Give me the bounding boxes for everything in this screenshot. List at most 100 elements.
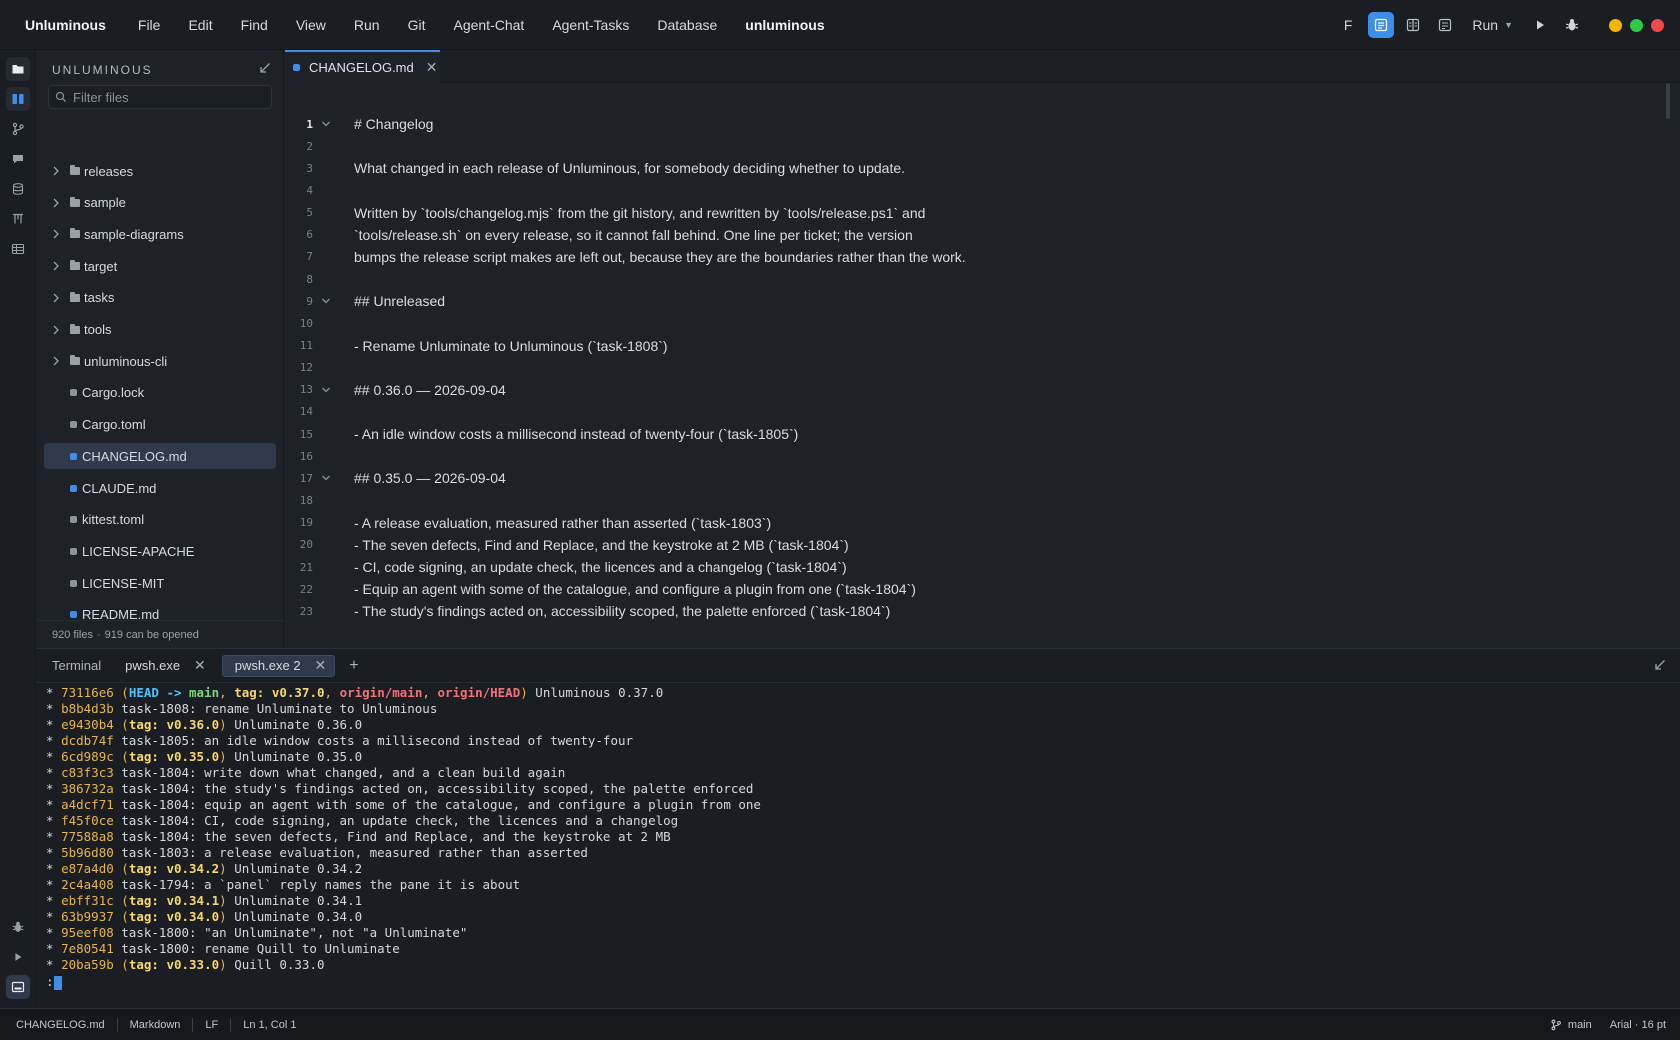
tree-folder[interactable]: releases [44, 158, 276, 184]
board-icon [13, 213, 23, 224]
fold-chevron-icon[interactable] [313, 297, 339, 305]
menu-git[interactable]: Git [394, 17, 440, 33]
chat-bubble-icon [13, 155, 23, 164]
chat-activity-button[interactable] [6, 147, 30, 171]
close-tab-icon[interactable]: ✕ [426, 59, 438, 76]
git-activity-button[interactable] [6, 117, 30, 141]
preview-view-button[interactable] [1432, 12, 1458, 38]
fold-chevron-icon[interactable] [313, 386, 339, 394]
minimize-button[interactable] [1609, 18, 1622, 32]
chevron-right-icon[interactable] [48, 356, 64, 366]
line-number: 9 [306, 294, 313, 308]
tree-file[interactable]: CLAUDE.md [44, 475, 276, 501]
tree-folder[interactable]: unluminous-cli [44, 348, 276, 374]
menu-view[interactable]: View [282, 17, 340, 33]
editor-tab-changelog[interactable]: CHANGELOG.md ✕ [285, 50, 440, 83]
tree-file[interactable]: LICENSE-MIT [44, 570, 276, 596]
menubar: Unluminous File Edit Find View Run Git A… [0, 0, 1680, 50]
graph-marker: * [46, 909, 62, 924]
run-activity-button[interactable] [6, 945, 30, 969]
line-text: `tools/release.sh` on every release, so … [354, 226, 913, 243]
tree-file[interactable]: Cargo.toml [44, 412, 276, 438]
tree-folder[interactable]: target [44, 253, 276, 279]
fold-chevron-icon[interactable] [313, 474, 339, 482]
chevron-right-icon[interactable] [48, 166, 64, 176]
close-terminal-icon[interactable]: ✕ [194, 657, 206, 674]
tree-file[interactable]: CHANGELOG.md [44, 443, 276, 470]
chevron-right-icon[interactable] [48, 229, 64, 239]
debug-activity-button[interactable] [6, 915, 30, 939]
tasks-activity-button[interactable] [6, 207, 30, 231]
split-view-button[interactable] [1400, 12, 1426, 38]
terminal-icon [11, 981, 25, 993]
chevron-right-icon[interactable] [48, 293, 64, 303]
terminal-tab-pwsh[interactable]: pwsh.exe ✕ [113, 655, 214, 677]
editor-text-area[interactable]: 1 # Changelog 2 3 What changed in each relea… [285, 113, 1665, 633]
terminal-prompt-line[interactable]: : [46, 974, 1666, 990]
menu-run[interactable]: Run [340, 17, 394, 33]
status-line-ending[interactable]: LF [193, 1019, 230, 1031]
git-branch-icon [1551, 1019, 1561, 1031]
panels-activity-button[interactable] [6, 87, 30, 111]
chevron-right-icon[interactable] [48, 261, 64, 271]
editor-view-button[interactable] [1368, 12, 1395, 38]
chevron-right-icon[interactable] [48, 198, 64, 208]
tree-folder[interactable]: tools [44, 317, 276, 343]
tree-folder[interactable]: tasks [44, 285, 276, 311]
code-line: 3 What changed in each release of Unlumin… [285, 157, 1665, 179]
debug-button[interactable] [1559, 12, 1585, 38]
code-line: 21 - CI, code signing, an update check, t… [285, 556, 1665, 578]
new-terminal-button[interactable]: + [349, 657, 358, 675]
maximize-button[interactable] [1630, 18, 1643, 32]
menu-database[interactable]: Database [643, 17, 731, 33]
tree-file[interactable]: Cargo.lock [44, 380, 276, 406]
line-number: 2 [306, 139, 313, 153]
commit-hash: c83f3c3 [61, 765, 114, 780]
tree-file[interactable]: kittest.toml [44, 507, 276, 533]
menu-file[interactable]: File [124, 17, 175, 33]
status-language[interactable]: Markdown [118, 1019, 193, 1031]
status-font[interactable]: Arial · 16 pt [1610, 1019, 1666, 1031]
fold-chevron-icon[interactable] [313, 120, 339, 128]
status-file-name[interactable]: CHANGELOG.md [0, 1019, 117, 1031]
commit-message: task-1800: rename Quill to Unluminate [121, 941, 400, 956]
code-line: 11 - Rename Unluminate to Unluminous (`ta… [285, 335, 1665, 357]
commit-hash: 77588a8 [61, 829, 114, 844]
collapse-terminal-button[interactable] [1654, 659, 1666, 674]
graph-marker: * [46, 701, 62, 716]
close-button[interactable] [1651, 18, 1664, 32]
commit-message: task-1804: CI, code signing, an update c… [121, 813, 679, 828]
status-cursor-position[interactable]: Ln 1, Col 1 [231, 1019, 308, 1031]
chevron-right-icon[interactable] [48, 325, 64, 335]
run-button[interactable] [1527, 12, 1553, 38]
terminal-activity-button[interactable] [6, 975, 30, 999]
menu-agent-tasks[interactable]: Agent-Tasks [538, 17, 643, 33]
tree-file[interactable]: LICENSE-APACHE [44, 538, 276, 564]
close-terminal-icon[interactable]: ✕ [315, 657, 327, 674]
collapse-explorer-button[interactable] [259, 62, 271, 77]
ref-remote: origin/main [339, 685, 423, 700]
menu-find[interactable]: Find [227, 17, 282, 33]
status-right: main Arial · 16 pt [1550, 1009, 1666, 1040]
table-activity-button[interactable] [6, 237, 30, 261]
font-toggle-button[interactable]: F [1344, 17, 1353, 33]
commit-hash: 73116e6 [61, 685, 114, 700]
tree-folder[interactable]: sample-diagrams [44, 221, 276, 247]
terminal-tab-pwsh-2[interactable]: pwsh.exe 2 ✕ [221, 654, 336, 677]
code-line: 9 ## Unreleased [285, 290, 1665, 312]
menu-agent-chat[interactable]: Agent-Chat [439, 17, 538, 33]
commit-message: Unluminate 0.34.2 [234, 861, 363, 876]
terminal-output[interactable]: * 73116e6 (HEAD -> main, tag: v0.37.0, o… [46, 685, 1666, 990]
git-log-line: * 6cd989c (tag: v0.35.0) Unluminate 0.35… [46, 749, 1666, 765]
editor-scrollbar[interactable] [1666, 83, 1670, 119]
database-activity-button[interactable] [6, 177, 30, 201]
tree-folder[interactable]: sample [44, 190, 276, 216]
explorer-activity-button[interactable] [6, 57, 30, 81]
graph-marker: * [46, 941, 62, 956]
menu-edit[interactable]: Edit [174, 17, 226, 33]
filter-files-input[interactable] [73, 89, 263, 105]
commit-message: task-1808: rename Unluminate to Unlumino… [121, 701, 438, 716]
run-config-dropdown[interactable]: Run ▼ [1472, 17, 1513, 33]
status-branch[interactable]: main [1550, 1019, 1592, 1031]
status-branch-name: main [1567, 1019, 1592, 1031]
